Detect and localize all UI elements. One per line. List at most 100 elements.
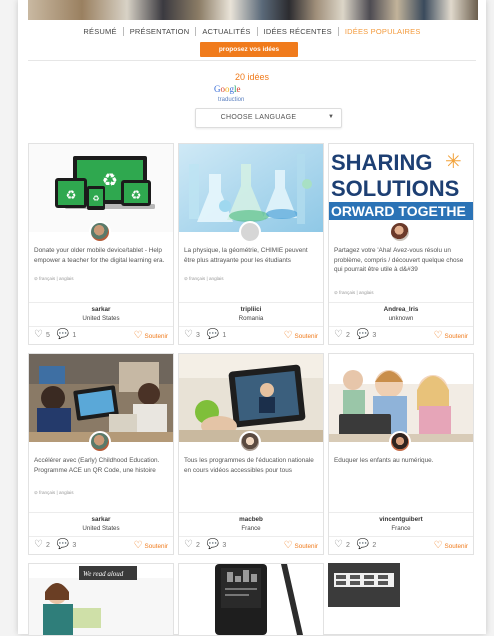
heart-outline-icon[interactable]: ♡ [184, 540, 193, 550]
tab-nav: RÉSUMÉ PRÉSENTATION ACTUALITÉS IDÉES RÉC… [18, 24, 486, 38]
like-count: 2 [195, 541, 200, 549]
idea-image-lab-flasks [179, 144, 323, 232]
propose-ideas-button[interactable]: proposez vos idées [200, 42, 298, 57]
idea-card[interactable]: SHARING ✳ SOLUTIONS ORWARD TOGETHE Parta… [328, 143, 474, 345]
svg-text:✳: ✳ [445, 149, 462, 173]
translate-languages[interactable]: ⊘ français | anglais [184, 276, 224, 282]
comment-icon[interactable]: 💬 [207, 330, 219, 340]
like-count: 2 [45, 541, 50, 549]
avatar[interactable] [239, 221, 261, 243]
svg-text:We read aloud: We read aloud [83, 570, 124, 578]
ideas-count: 20 idées [234, 72, 270, 82]
avatar[interactable] [239, 431, 261, 453]
like-count: 5 [45, 331, 50, 339]
divider [29, 326, 173, 327]
idea-description[interactable]: Tous les programmes de l'éducation natio… [184, 456, 320, 475]
author-name[interactable]: sarkar [29, 516, 173, 523]
dropdown-caret-icon: ▼ [328, 114, 334, 120]
language-select-value: CHOOSE LANGUAGE [220, 114, 297, 121]
tab-idees-populaires[interactable]: IDÉES POPULAIRES [337, 26, 427, 36]
idea-stats: ♡ 2 💬 3 [184, 540, 226, 550]
idea-description[interactable]: Partagez votre 'Aha! Avez-vous résolu un… [334, 246, 470, 275]
support-button[interactable]: ♡ Soutenir [284, 541, 318, 551]
heart-icon: ♡ [283, 540, 293, 551]
idea-stats: ♡ 2 💬 3 [334, 330, 376, 340]
tab-actualites[interactable]: ACTUALITÉS [195, 26, 256, 36]
author-country: Romania [238, 315, 264, 322]
idea-card[interactable]: Eduquer les enfants au numérique. vincen… [328, 353, 474, 555]
divider [28, 60, 476, 61]
avatar[interactable] [389, 221, 411, 243]
idea-image-kids-laptop [329, 354, 473, 442]
support-label: Soutenir [144, 542, 168, 550]
idea-description[interactable]: Donate your older mobile device/tablet -… [34, 246, 170, 265]
svg-text:♻: ♻ [102, 170, 118, 191]
divider [179, 512, 323, 513]
translate-languages[interactable]: ⊘ français | anglais [34, 276, 74, 282]
support-button[interactable]: ♡ Soutenir [134, 331, 168, 341]
page: RÉSUMÉ PRÉSENTATION ACTUALITÉS IDÉES RÉC… [18, 0, 486, 636]
support-button[interactable]: ♡ Soutenir [434, 541, 468, 551]
tab-resume[interactable]: RÉSUMÉ [77, 27, 122, 36]
svg-text:♻: ♻ [66, 188, 77, 202]
like-count: 3 [195, 331, 200, 339]
idea-card[interactable]: We read aloud [28, 563, 174, 636]
idea-description[interactable]: Eduquer les enfants au numérique. [334, 456, 470, 466]
translation-label: traduction [218, 97, 245, 103]
comment-icon[interactable]: 💬 [357, 540, 369, 550]
avatar[interactable] [89, 431, 111, 453]
like-count: 2 [345, 541, 350, 549]
google-logo: Google [214, 84, 241, 94]
idea-card[interactable]: ♻ ♻ ♻ ♻ Donate your older mobile device/… [28, 143, 174, 345]
svg-text:ORWARD TOGETHE: ORWARD TOGETHE [331, 203, 466, 219]
divider [329, 512, 473, 513]
heart-outline-icon[interactable]: ♡ [34, 540, 43, 550]
author-name[interactable]: tripliici [179, 306, 323, 313]
author-name[interactable]: macbeb [179, 516, 323, 523]
comment-icon[interactable]: 💬 [357, 330, 369, 340]
heart-outline-icon[interactable]: ♡ [184, 330, 193, 340]
comment-icon[interactable]: 💬 [57, 540, 69, 550]
divider [29, 302, 173, 303]
translate-languages[interactable]: ⊘ français | anglais [34, 490, 74, 496]
svg-text:SOLUTIONS: SOLUTIONS [331, 176, 459, 201]
translate-languages[interactable]: ⊘ français | anglais [334, 290, 374, 296]
support-label: Soutenir [444, 332, 468, 340]
author-name[interactable]: Andrea_Iris [329, 306, 473, 313]
comment-count: 2 [372, 541, 377, 549]
author-name[interactable]: sarkar [29, 306, 173, 313]
idea-card[interactable]: La physique, la géométrie, CHIMIE peuven… [178, 143, 324, 345]
divider [179, 536, 323, 537]
heart-icon: ♡ [433, 330, 443, 341]
heart-outline-icon[interactable]: ♡ [334, 540, 343, 550]
avatar[interactable] [389, 431, 411, 453]
author-country: unknown [388, 315, 414, 322]
heart-icon: ♡ [133, 540, 143, 551]
support-button[interactable]: ♡ Soutenir [284, 331, 318, 341]
heart-icon: ♡ [433, 540, 443, 551]
author-name[interactable]: vincentguibert [329, 516, 473, 523]
comment-icon[interactable]: 💬 [57, 330, 69, 340]
tab-presentation[interactable]: PRÉSENTATION [122, 26, 196, 36]
tab-idees-recentes[interactable]: IDÉES RÉCENTES [256, 26, 338, 36]
header-banner-image [28, 0, 478, 20]
divider [329, 536, 473, 537]
idea-card[interactable]: Tous les programmes de l'éducation natio… [178, 353, 324, 555]
svg-text:♻: ♻ [92, 194, 99, 203]
author-country: France [241, 525, 261, 532]
support-button[interactable]: ♡ Soutenir [134, 541, 168, 551]
comment-icon[interactable]: 💬 [207, 540, 219, 550]
idea-card[interactable] [328, 563, 472, 634]
idea-card[interactable]: Accélérer avec (Early) Childhood Educati… [28, 353, 174, 555]
heart-outline-icon[interactable]: ♡ [334, 330, 343, 340]
idea-stats: ♡ 5 💬 1 [34, 330, 76, 340]
divider [29, 512, 173, 513]
idea-card[interactable] [178, 563, 324, 636]
idea-description[interactable]: La physique, la géométrie, CHIMIE peuven… [184, 246, 320, 265]
support-button[interactable]: ♡ Soutenir [434, 331, 468, 341]
idea-description[interactable]: Accélérer avec (Early) Childhood Educati… [34, 456, 170, 475]
heart-outline-icon[interactable]: ♡ [34, 330, 43, 340]
language-select[interactable]: CHOOSE LANGUAGE ▼ [195, 108, 342, 128]
divider [329, 326, 473, 327]
avatar[interactable] [89, 221, 111, 243]
